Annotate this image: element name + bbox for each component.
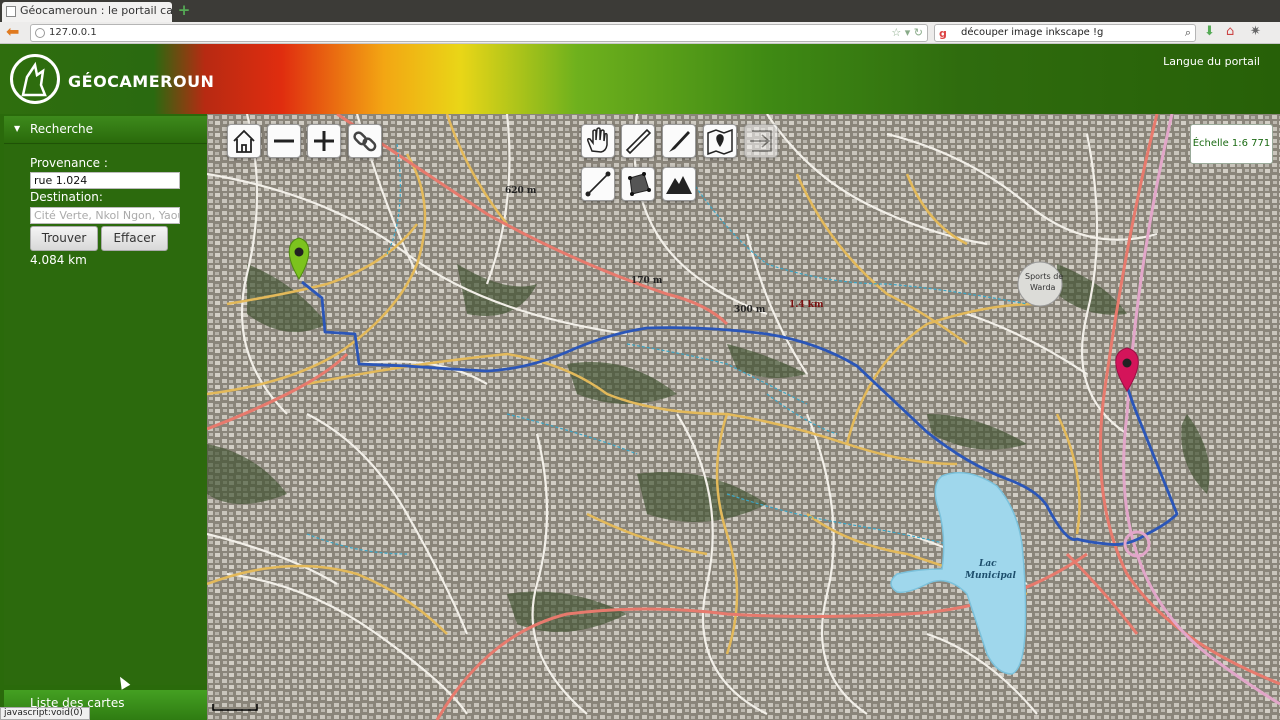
lake-label-line2: Municipal bbox=[964, 571, 1016, 581]
map-canvas[interactable]: Lac Municipal Sports de Warda 620 m 170 … bbox=[207, 114, 1280, 720]
distance-label-300m: 300 m bbox=[734, 305, 766, 315]
polygon-measure-icon bbox=[628, 172, 651, 196]
reload-icon[interactable]: ☆ ▾ ↻ bbox=[891, 25, 923, 41]
browser-nav-bar: ⬅ 127.0.0.1 ☆ ▾ ↻ g découper image inksc… bbox=[0, 22, 1280, 44]
globe-icon bbox=[35, 28, 45, 38]
search-text: découper image inkscape !g bbox=[961, 27, 1104, 38]
search-section-header[interactable]: ▼ Recherche bbox=[4, 116, 207, 144]
zoom-out-icon bbox=[274, 139, 294, 143]
line-measure-button[interactable] bbox=[581, 167, 615, 201]
search-section-title: Recherche bbox=[30, 122, 94, 136]
svg-text:Sports de: Sports de bbox=[1025, 272, 1063, 281]
tab-title: Géocameroun : le portail carto... bbox=[20, 4, 172, 17]
polygon-measure-button[interactable] bbox=[621, 167, 655, 201]
route-distance: 4.084 km bbox=[30, 253, 87, 267]
provenance-label: Provenance : bbox=[30, 156, 108, 170]
destination-label: Destination: bbox=[30, 190, 103, 204]
browser-tab[interactable]: Géocameroun : le portail carto... bbox=[2, 2, 172, 22]
clear-button[interactable]: Effacer bbox=[101, 226, 168, 251]
new-tab-icon[interactable]: + bbox=[176, 3, 192, 19]
measure-button[interactable] bbox=[621, 124, 655, 158]
line-measure-icon bbox=[585, 171, 611, 197]
pan-button[interactable] bbox=[581, 124, 615, 158]
pan-hand-icon bbox=[587, 127, 608, 153]
page-icon bbox=[6, 6, 16, 17]
elevation-profile-icon bbox=[666, 176, 692, 194]
link-button[interactable] bbox=[348, 124, 382, 158]
distance-label-620m: 620 m bbox=[505, 186, 537, 196]
provenance-input[interactable] bbox=[30, 172, 180, 189]
sidebar: ▼ Recherche Provenance : Destination: Tr… bbox=[0, 114, 207, 720]
home-icon bbox=[233, 129, 255, 153]
map-marker-button[interactable] bbox=[703, 124, 737, 158]
measure-ruler-icon bbox=[625, 128, 652, 155]
logo-icon bbox=[10, 54, 60, 104]
distance-label-1-4km: 1.4 km bbox=[789, 300, 824, 310]
draw-button[interactable] bbox=[662, 124, 696, 158]
zoom-in-icon bbox=[314, 131, 334, 151]
elevation-profile-button[interactable] bbox=[662, 167, 696, 201]
portal-header: GÉOCAMEROUN Langue du portail bbox=[0, 44, 1280, 114]
search-icon[interactable]: ⌕ bbox=[1185, 25, 1191, 41]
addon-icon[interactable]: ✷ bbox=[1250, 24, 1261, 40]
language-link[interactable]: Langue du portail bbox=[1163, 55, 1260, 68]
zoom-out-button[interactable] bbox=[267, 124, 301, 158]
destination-input[interactable] bbox=[30, 207, 180, 224]
draw-pen-icon bbox=[669, 131, 690, 152]
export-arrow-icon bbox=[750, 130, 772, 152]
link-icon bbox=[353, 131, 377, 152]
distance-label-170m: 170 m bbox=[631, 276, 663, 286]
map-view[interactable]: Lac Municipal Sports de Warda 620 m 170 … bbox=[207, 114, 1280, 720]
url-bar[interactable]: 127.0.0.1 ☆ ▾ ↻ bbox=[30, 24, 928, 42]
map-scale: Échelle 1:6 771 bbox=[1190, 124, 1273, 164]
export-button[interactable] bbox=[744, 124, 778, 158]
search-engine-icon[interactable]: g bbox=[939, 26, 947, 42]
url-text: 127.0.0.1 bbox=[49, 27, 97, 38]
browser-tab-bar: Géocameroun : le portail carto... + bbox=[0, 0, 1280, 22]
logo-text: GÉOCAMEROUN bbox=[68, 72, 215, 91]
home-browser-icon[interactable]: ⌂ bbox=[1226, 24, 1234, 40]
download-icon[interactable]: ⬇ bbox=[1204, 24, 1215, 40]
find-button[interactable]: Trouver bbox=[30, 226, 98, 251]
map-pin-icon bbox=[707, 128, 733, 156]
back-arrow-icon[interactable]: ⬅ bbox=[6, 24, 19, 40]
svg-text:Warda: Warda bbox=[1030, 283, 1056, 292]
collapse-arrow-icon: ▼ bbox=[14, 124, 21, 133]
home-button[interactable] bbox=[227, 124, 261, 158]
browser-status-bar: javascript:void(0) bbox=[0, 707, 90, 720]
search-bar[interactable]: g découper image inkscape !g ⌕ bbox=[934, 24, 1196, 42]
zoom-in-button[interactable] bbox=[307, 124, 341, 158]
lake-label-line1: Lac bbox=[978, 559, 997, 569]
